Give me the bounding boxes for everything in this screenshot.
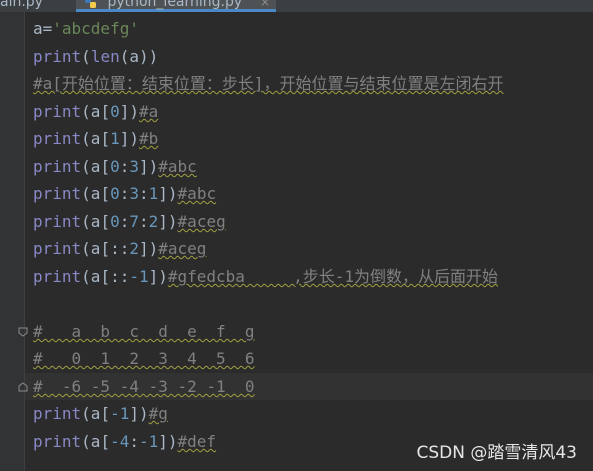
code-line[interactable]: print(a[0:7:2])#aceg xyxy=(25,208,593,235)
code-line[interactable]: print(a[0])#a xyxy=(25,98,593,125)
fold-marker-icon[interactable] xyxy=(18,327,28,337)
close-icon[interactable]: × xyxy=(260,0,270,12)
code-line[interactable]: print(a[-1])#g xyxy=(25,400,593,427)
code-text: print(a[1])#b xyxy=(33,129,159,148)
code-text: print(len(a)) xyxy=(33,47,159,66)
tab-main-py[interactable]: ain.py xyxy=(0,0,74,12)
fold-marker-icon[interactable] xyxy=(18,382,28,392)
code-text: print(a[0])#a xyxy=(33,102,159,121)
tab-label: ain.py xyxy=(0,0,43,10)
code-text: print(a[0:3:1])#abc xyxy=(33,184,217,203)
code-text: # a b c d e f g xyxy=(33,322,255,341)
code-line[interactable]: # 0 1 2 3 4 5 6 xyxy=(25,345,593,372)
tab-python-learning-py[interactable]: python_learning.py × xyxy=(76,0,276,12)
code-line[interactable]: print(a[1])#b xyxy=(25,125,593,152)
python-file-icon xyxy=(85,0,96,8)
code-text: print(a[-1])#g xyxy=(33,404,168,423)
code-line[interactable]: print(a[::-1])#gfedcba ,步长-1为倒数，从后面开始 xyxy=(25,263,593,290)
code-text: # 0 1 2 3 4 5 6 xyxy=(33,349,255,368)
code-line[interactable]: print(a[0:3])#abc xyxy=(25,153,593,180)
code-text: print(a[0:3])#abc xyxy=(33,157,197,176)
code-line[interactable] xyxy=(25,290,593,317)
code-text: #a[开始位置：结束位置：步长]，开始位置与结束位置是左闭右开 xyxy=(33,74,504,93)
code-line[interactable]: #a[开始位置：结束位置：步长]，开始位置与结束位置是左闭右开 xyxy=(25,70,593,97)
code-text: a='abcdefg' xyxy=(33,19,139,38)
code-text: # -6 -5 -4 -3 -2 -1 0 xyxy=(33,377,255,396)
code-line-current[interactable]: # -6 -5 -4 -3 -2 -1 0 xyxy=(25,373,593,400)
code-text: print(a[::2])#aceg xyxy=(33,239,207,258)
tab-label: python_learning.py xyxy=(107,0,243,10)
code-line[interactable]: print(a[::2])#aceg xyxy=(25,235,593,262)
editor-tab-bar: ain.py python_learning.py × xyxy=(0,0,593,12)
code-text: print(a[::-1])#gfedcba ,步长-1为倒数，从后面开始 xyxy=(33,267,499,286)
code-editor[interactable]: a='abcdefg' print(len(a)) #a[开始位置：结束位置：步… xyxy=(0,12,593,471)
code-line[interactable]: print(len(a)) xyxy=(25,43,593,70)
code-line[interactable]: print(a[0:3:1])#abc xyxy=(25,180,593,207)
code-text: print(a[0:7:2])#aceg xyxy=(33,212,226,231)
watermark: CSDN @踏雪清风43 xyxy=(416,443,577,463)
code-line[interactable]: # a b c d e f g xyxy=(25,318,593,345)
code-text: print(a[-4:-1])#def xyxy=(33,432,217,451)
editor-gutter xyxy=(0,12,25,471)
code-line[interactable]: a='abcdefg' xyxy=(25,15,593,42)
